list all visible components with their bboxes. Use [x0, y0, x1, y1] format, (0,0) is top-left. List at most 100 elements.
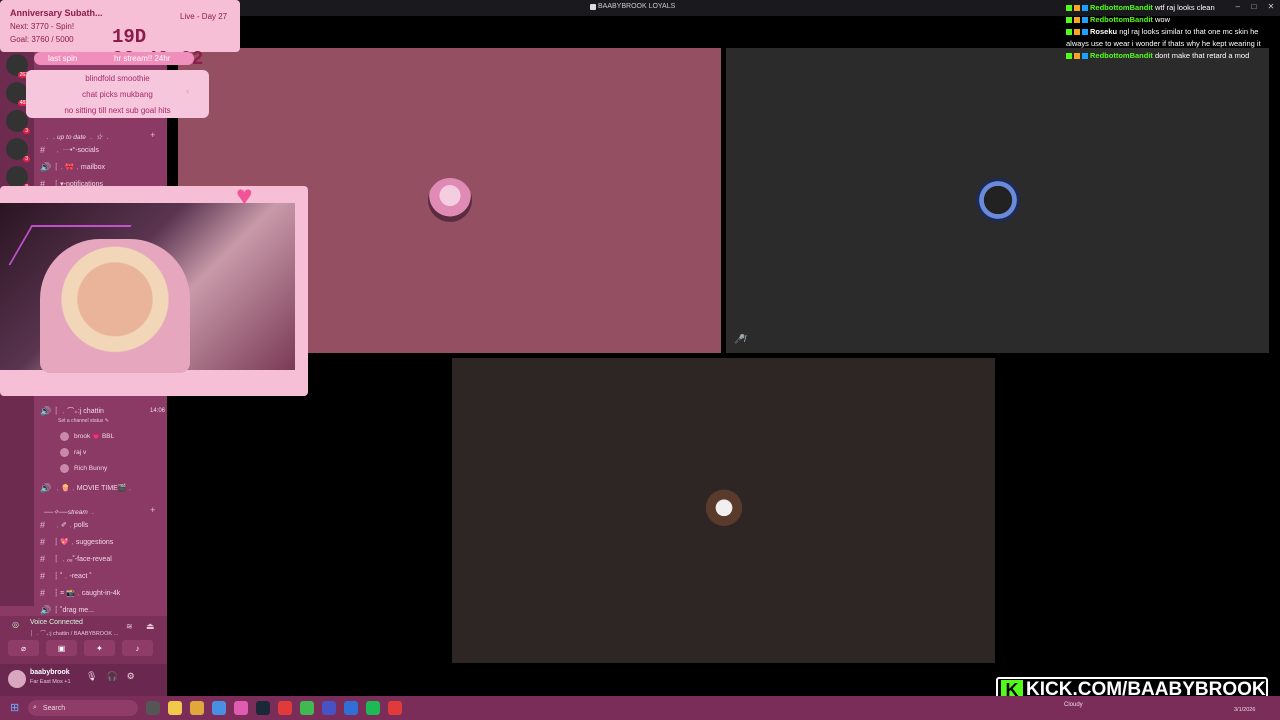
chrome-icon[interactable]: [212, 701, 226, 715]
avatar[interactable]: [8, 670, 26, 688]
chat-username: RedbottomBandit: [1090, 51, 1153, 60]
user-status: Far East Mos +1: [30, 679, 71, 685]
app-icon: [590, 4, 596, 10]
hash-icon: #: [40, 588, 46, 598]
chat-overlay: RedbottomBandit wtf raj looks clean Redb…: [1066, 2, 1276, 62]
sub-badge-icon: [1074, 17, 1080, 24]
chevron-left-icon: ‹: [186, 86, 190, 97]
screenshare-button[interactable]: ▣: [46, 640, 77, 656]
server-icon[interactable]: 3: [6, 138, 30, 162]
add-channel-icon[interactable]: +: [150, 505, 155, 515]
disconnect-icon[interactable]: ⏏: [146, 621, 155, 632]
camera-button[interactable]: ⌀: [8, 640, 39, 656]
server-badge: 3: [23, 128, 30, 134]
channel-item[interactable]: # ┆ ˚﹒‑react ˚: [40, 569, 165, 583]
hash-icon: #: [40, 554, 46, 564]
spin-item: chat picks mukbang: [82, 90, 153, 99]
channel-item[interactable]: 🔊 ┆ ˚drag me...: [40, 603, 165, 617]
channel-item[interactable]: # ┆ ⌗ 📸﹒caught-in-4k: [40, 586, 165, 600]
add-channel-icon[interactable]: +: [150, 130, 155, 140]
category-stream[interactable]: ──✧──stream ﹒ +: [44, 505, 155, 516]
sub-badge-icon: [1074, 53, 1080, 60]
channel-item[interactable]: # ┆ ﹒ₒᵤ˚-face-reveal: [40, 552, 165, 566]
weather[interactable]: Cloudy: [1064, 702, 1083, 708]
chat-message: RedbottomBandit wow: [1066, 14, 1276, 26]
streamer-figure: [40, 239, 190, 373]
chat-text: wow: [1155, 15, 1171, 24]
windows-start-icon[interactable]: ⊞: [10, 702, 22, 714]
diamond-badge-icon: [1082, 17, 1088, 24]
voice-member[interactable]: raj v: [60, 446, 86, 458]
channel-item[interactable]: 🔊 ┆﹒🎀﹒mailbox: [40, 160, 165, 174]
discord-icon[interactable]: [322, 701, 336, 715]
participant-avatar: [702, 488, 746, 532]
user-panel: baabybrook Far East Mos +1 🎙 🎧 ⚙: [0, 664, 167, 696]
signal-icon[interactable]: ◎: [12, 620, 19, 629]
chat-username: RedbottomBandit: [1090, 15, 1153, 24]
headphones-icon[interactable]: 🎧: [106, 671, 117, 682]
steam-icon[interactable]: [256, 701, 270, 715]
chat-username: Roseku: [1090, 27, 1118, 36]
channel-item[interactable]: # ﹒✐﹒polls: [40, 518, 165, 532]
noise-suppression-icon[interactable]: ≋: [126, 622, 133, 631]
last-spin-label: last spin: [48, 54, 78, 63]
server-icon[interactable]: 8: [6, 166, 30, 190]
channel-movie-time[interactable]: 🔊 ﹒🍿﹒MOVIE TIME🎬﹒: [40, 481, 165, 495]
voice-member[interactable]: Rich Bunny: [60, 462, 107, 474]
voice-channel-chattin[interactable]: 🔊 ┆ ﹒⌒₊:j chattin 14:06: [40, 404, 165, 418]
soundboard-button[interactable]: ♪: [122, 640, 153, 656]
channel-label: ┆﹒🎀﹒mailbox: [54, 164, 106, 171]
channel-label: ﹒ ┈•°-socials: [54, 147, 99, 154]
obs-icon[interactable]: [344, 701, 358, 715]
spin-item: blindfold smoothie: [85, 74, 150, 83]
server-icon[interactable]: 263: [6, 54, 30, 78]
chat-text: wtf raj looks clean: [1155, 3, 1215, 12]
chat-message: Roseku ngl raj looks similar to that one…: [1066, 26, 1276, 50]
chat-username: RedbottomBandit: [1090, 3, 1153, 12]
hash-icon: #: [40, 145, 46, 155]
next-goal: Next: 3770 - Spin!: [10, 22, 75, 31]
channel-timer: 14:06: [149, 408, 165, 414]
search-placeholder: Search: [42, 704, 66, 712]
channel-item[interactable]: # ┆ 💖﹒suggestions: [40, 535, 165, 549]
chat-message: RedbottomBandit wtf raj looks clean: [1066, 2, 1276, 14]
category-up-to-date[interactable]: ﹒﹒up to date ﹒ ☆ ﹒ +: [44, 130, 155, 141]
file-explorer-icon[interactable]: [190, 701, 204, 715]
diamond-badge-icon: [1082, 5, 1088, 12]
taskbar-apps: [146, 701, 402, 715]
spin-header: last spin hr stream!! 24hr: [34, 52, 194, 65]
spotify-icon[interactable]: [366, 701, 380, 715]
sub-badge-icon: [1074, 5, 1080, 12]
voice-connected-label[interactable]: Voice Connected: [30, 619, 83, 626]
diamond-badge-icon: [1082, 53, 1088, 60]
microphone-icon[interactable]: 🎙: [86, 671, 97, 682]
chat-message: RedbottomBandit dont make that retard a …: [1066, 50, 1276, 62]
spin-item: no sitting till next sub goal hits: [64, 106, 171, 115]
voice-tile[interactable]: [452, 358, 995, 663]
taskbar-date[interactable]: 3/1/2026: [1234, 707, 1255, 713]
app-icon[interactable]: [234, 701, 248, 715]
task-view-icon[interactable]: [146, 701, 160, 715]
server-icon[interactable]: 483: [6, 82, 30, 106]
username[interactable]: baabybrook: [30, 669, 70, 676]
activities-button[interactable]: ✦: [84, 640, 115, 656]
subathon-overlay: Anniversary Subath... Next: 3770 - Spin!…: [0, 0, 240, 70]
brave-icon[interactable]: [388, 701, 402, 715]
avatar: [60, 447, 69, 457]
server-icon[interactable]: 3: [6, 110, 30, 134]
xbox-icon[interactable]: [300, 701, 314, 715]
tiktok-icon[interactable]: [278, 701, 292, 715]
voice-member[interactable]: brook 💗 BBL: [60, 430, 114, 442]
sticky-notes-icon[interactable]: [168, 701, 182, 715]
channel-label: ┆ ﹒⌒₊:j chattin: [54, 408, 104, 415]
taskbar-search[interactable]: ⌕ Search: [28, 700, 138, 716]
chat-text: dont make that retard a mod: [1155, 51, 1250, 60]
webcam-frame: ♥: [0, 180, 308, 396]
voice-tile[interactable]: 🎤̸: [726, 48, 1269, 353]
channel-item[interactable]: # ﹒ ┈•°-socials: [40, 143, 165, 157]
speaker-icon: 🔊: [40, 161, 52, 172]
server-badge: 3: [23, 156, 30, 162]
channel-status[interactable]: Set a channel status ✎: [58, 418, 109, 424]
gear-icon[interactable]: ⚙: [127, 671, 135, 682]
hr-stream-label: hr stream!! 24hr: [114, 54, 171, 63]
